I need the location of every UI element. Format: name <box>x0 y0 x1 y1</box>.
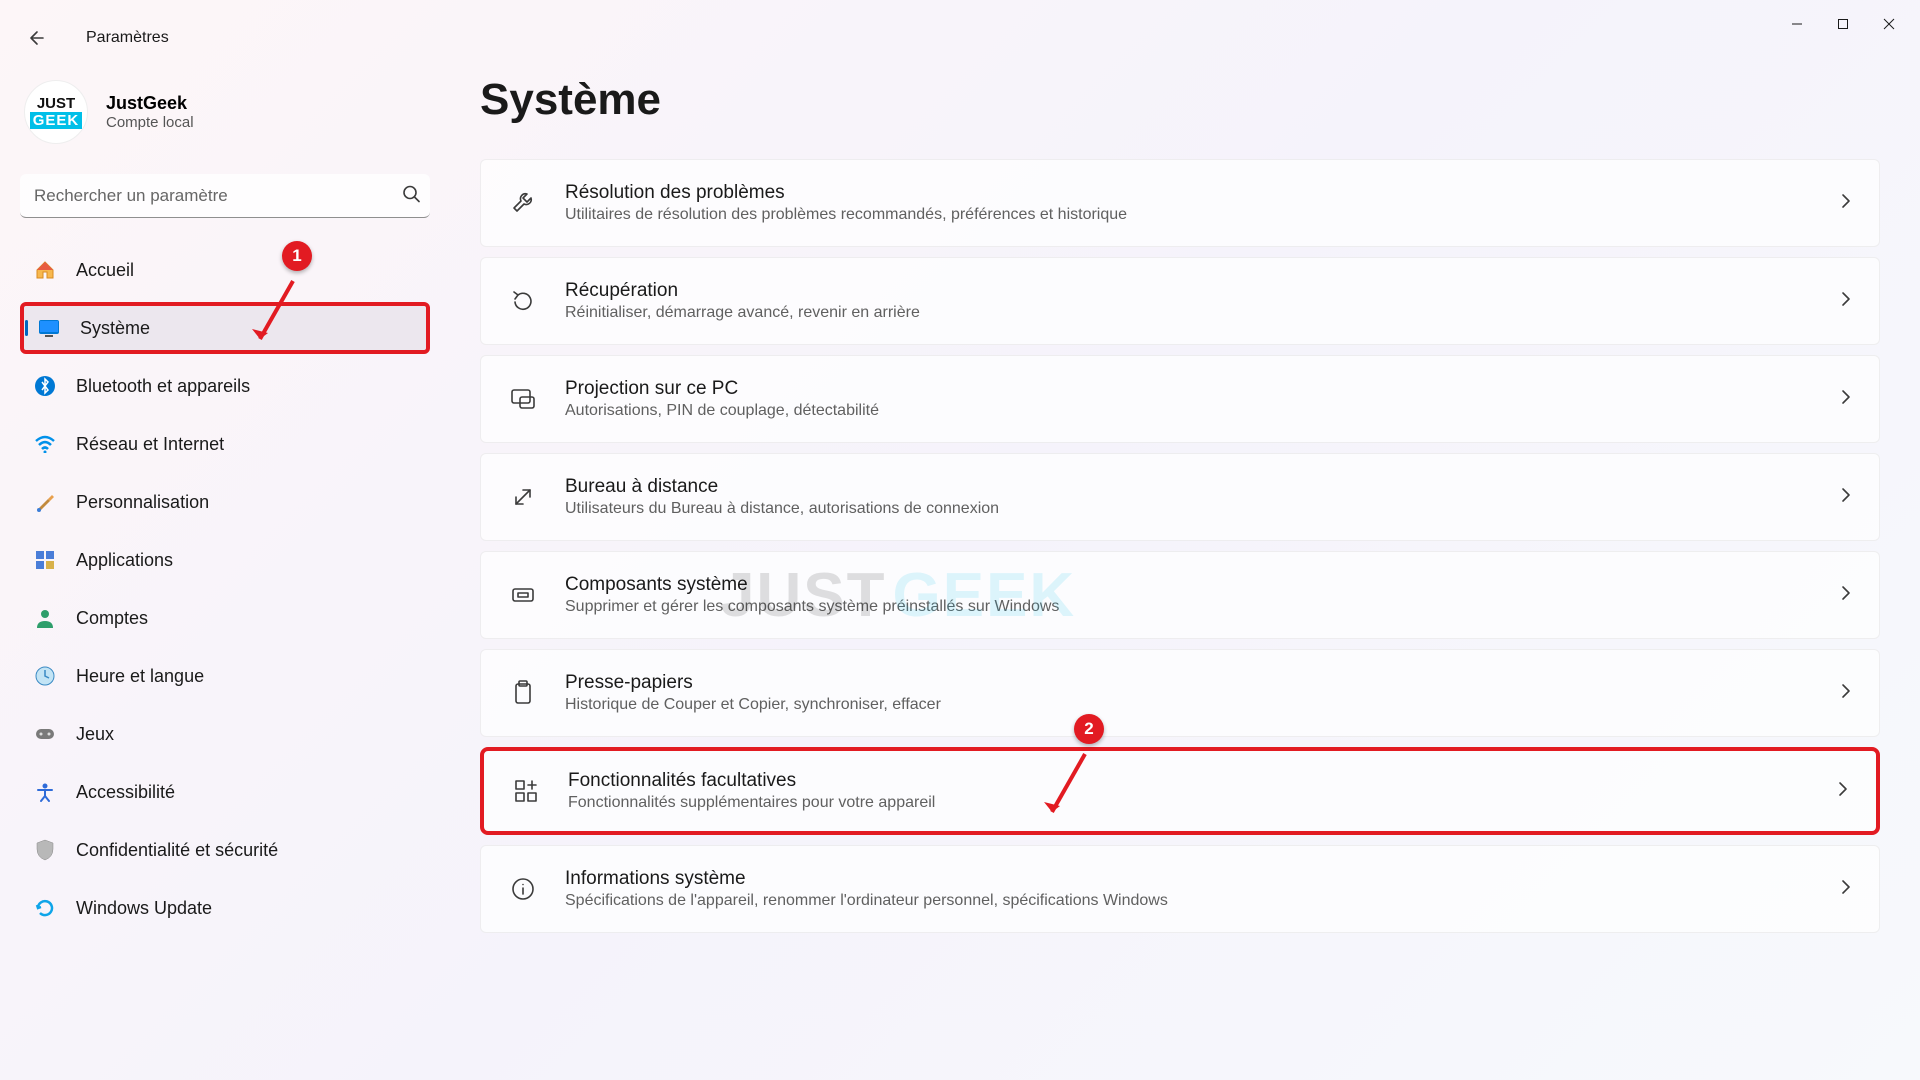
sidebar-item-gaming[interactable]: Jeux <box>20 708 430 760</box>
sidebar-item-privacy[interactable]: Confidentialité et sécurité <box>20 824 430 876</box>
gamepad-icon <box>34 723 56 745</box>
sidebar-item-label: Jeux <box>76 724 114 745</box>
accessibility-icon <box>34 781 56 803</box>
bluetooth-icon <box>34 375 56 397</box>
wifi-icon <box>34 433 56 455</box>
sidebar-item-network[interactable]: Réseau et Internet <box>20 418 430 470</box>
projecting-icon <box>509 385 537 413</box>
sidebar: JUST GEEK JustGeek Compte local Accueil … <box>20 80 450 940</box>
card-clipboard[interactable]: Presse-papiers Historique de Couper et C… <box>480 649 1880 737</box>
components-icon <box>509 581 537 609</box>
sidebar-item-system[interactable]: Système <box>20 302 430 354</box>
avatar: JUST GEEK <box>24 80 88 144</box>
card-optional-features[interactable]: Fonctionnalités facultatives Fonctionnal… <box>480 747 1880 835</box>
sidebar-item-label: Comptes <box>76 608 148 629</box>
chevron-right-icon <box>1838 781 1848 802</box>
user-account-type: Compte local <box>106 114 194 131</box>
wrench-icon <box>509 189 537 217</box>
sidebar-item-label: Bluetooth et appareils <box>76 376 250 397</box>
sidebar-item-label: Applications <box>76 550 173 571</box>
sidebar-item-label: Heure et langue <box>76 666 204 687</box>
chevron-right-icon <box>1841 879 1851 900</box>
optional-features-icon <box>512 777 540 805</box>
search-icon <box>402 185 420 208</box>
search-input[interactable] <box>20 174 430 218</box>
window-controls <box>1774 0 1920 40</box>
nav-list: Accueil Système Bluetooth et appareils R… <box>20 244 430 934</box>
sidebar-item-apps[interactable]: Applications <box>20 534 430 586</box>
card-remote-desktop[interactable]: Bureau à distance Utilisateurs du Bureau… <box>480 453 1880 541</box>
card-troubleshoot[interactable]: Résolution des problèmes Utilitaires de … <box>480 159 1880 247</box>
sidebar-item-label: Réseau et Internet <box>76 434 224 455</box>
sidebar-item-bluetooth[interactable]: Bluetooth et appareils <box>20 360 430 412</box>
sidebar-item-time-language[interactable]: Heure et langue <box>20 650 430 702</box>
sidebar-item-personalization[interactable]: Personnalisation <box>20 476 430 528</box>
chevron-right-icon <box>1841 585 1851 606</box>
card-about[interactable]: Informations système Spécifications de l… <box>480 845 1880 933</box>
sidebar-item-label: Windows Update <box>76 898 212 919</box>
system-icon <box>38 317 60 339</box>
chevron-right-icon <box>1841 487 1851 508</box>
clipboard-icon <box>509 679 537 707</box>
sidebar-item-accessibility[interactable]: Accessibilité <box>20 766 430 818</box>
paintbrush-icon <box>34 491 56 513</box>
recovery-icon <box>509 287 537 315</box>
arrow-left-icon <box>28 28 48 48</box>
search-field-wrap <box>20 174 450 218</box>
window-title: Paramètres <box>86 29 169 47</box>
card-projecting[interactable]: Projection sur ce PC Autorisations, PIN … <box>480 355 1880 443</box>
info-icon <box>509 875 537 903</box>
user-name: JustGeek <box>106 93 194 114</box>
minimize-button[interactable] <box>1774 8 1820 40</box>
card-system-components[interactable]: Composants système Supprimer et gérer le… <box>480 551 1880 639</box>
remote-desktop-icon <box>509 483 537 511</box>
sidebar-item-label: Accueil <box>76 260 134 281</box>
sidebar-item-windows-update[interactable]: Windows Update <box>20 882 430 934</box>
home-icon <box>34 259 56 281</box>
sidebar-item-accounts[interactable]: Comptes <box>20 592 430 644</box>
header-row: Paramètres <box>18 18 169 58</box>
clock-globe-icon <box>34 665 56 687</box>
user-card[interactable]: JUST GEEK JustGeek Compte local <box>20 80 450 144</box>
chevron-right-icon <box>1841 683 1851 704</box>
sidebar-item-label: Système <box>80 318 150 339</box>
sidebar-item-home[interactable]: Accueil <box>20 244 430 296</box>
chevron-right-icon <box>1841 291 1851 312</box>
main-content: Système Résolution des problèmes Utilita… <box>480 75 1880 943</box>
chevron-right-icon <box>1841 193 1851 214</box>
close-button[interactable] <box>1866 8 1912 40</box>
apps-icon <box>34 549 56 571</box>
back-button[interactable] <box>18 18 58 58</box>
person-icon <box>34 607 56 629</box>
update-icon <box>34 897 56 919</box>
sidebar-item-label: Personnalisation <box>76 492 209 513</box>
sidebar-item-label: Confidentialité et sécurité <box>76 840 278 861</box>
maximize-button[interactable] <box>1820 8 1866 40</box>
chevron-right-icon <box>1841 389 1851 410</box>
card-recovery[interactable]: Récupération Réinitialiser, démarrage av… <box>480 257 1880 345</box>
sidebar-item-label: Accessibilité <box>76 782 175 803</box>
page-title: Système <box>480 75 1880 125</box>
shield-icon <box>34 839 56 861</box>
